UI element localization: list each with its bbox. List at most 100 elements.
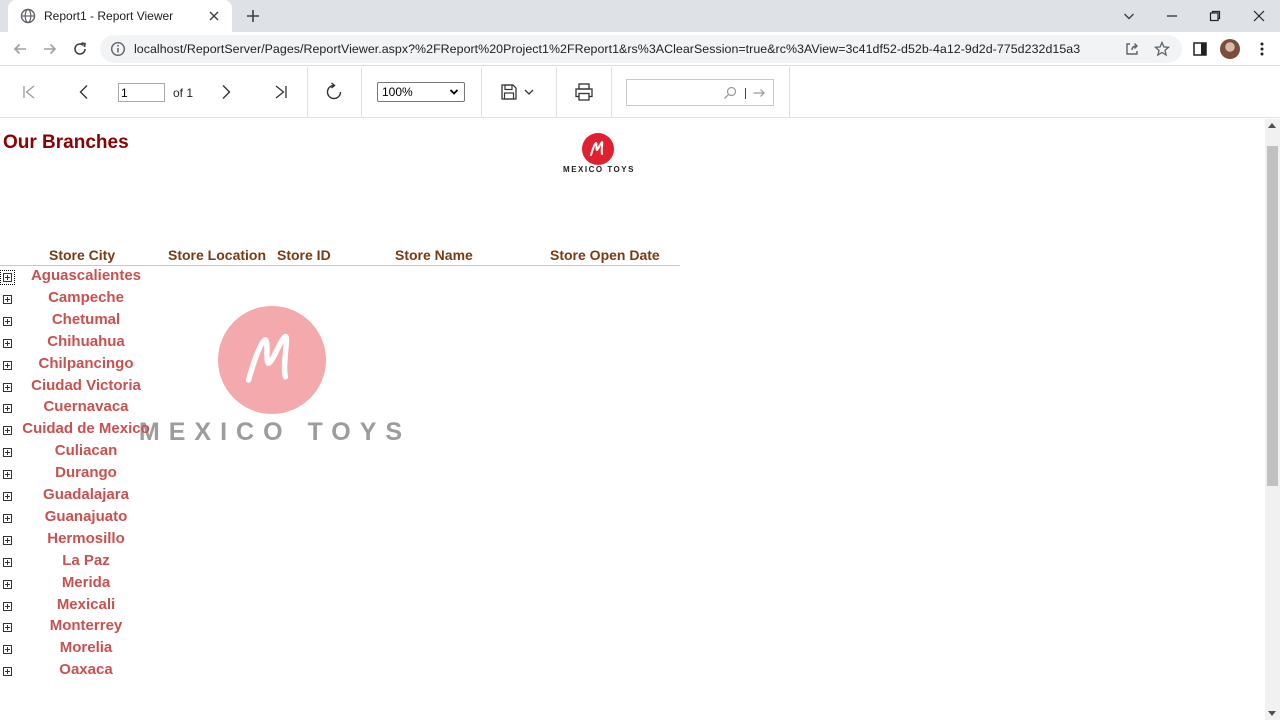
vertical-scrollbar[interactable] [1265,119,1280,720]
close-icon[interactable] [206,8,222,24]
store-city: Cuidad de Mexico [22,420,150,438]
city-row: Monterrey [0,617,180,639]
store-city: Aguascalientes [30,267,142,284]
store-city: Merida [61,573,111,591]
reload-icon[interactable] [70,39,90,59]
toolbar-divider [361,67,362,117]
report-canvas: Our Branches MEXICO TOYS Store City Stor… [0,119,1265,720]
column-header-store-location[interactable]: Store Location [168,247,266,263]
city-row: La Paz [0,552,180,574]
zoom-value: 100% [382,85,413,99]
city-row: Chihuahua [0,333,180,355]
chevron-down-icon[interactable] [1117,4,1141,28]
store-city: Chihuahua [47,332,125,350]
column-header-store-name[interactable]: Store Name [395,247,473,263]
logo-mark [582,133,614,165]
last-page-icon[interactable] [270,81,292,103]
store-city: Durango [55,464,117,482]
company-logo: MEXICO TOYS [555,133,643,177]
find-divider [745,88,746,99]
next-page-icon[interactable] [215,81,237,103]
close-window-icon[interactable] [1247,4,1271,28]
plus-icon[interactable] [244,7,262,25]
store-city: La Paz [62,551,110,569]
save-icon[interactable] [498,81,520,103]
chevron-down-icon[interactable] [522,81,536,103]
city-row: Merida [0,574,180,596]
share-icon[interactable] [1124,41,1140,57]
find-next-icon[interactable] [752,86,766,100]
report-title: Our Branches [3,132,129,153]
store-city: Hermosillo [47,529,125,547]
scrollbar-thumb[interactable] [1267,146,1278,486]
toolbar-divider [481,67,482,117]
store-city: Chilpancingo [38,354,134,372]
store-city: Guadalajara [43,486,129,503]
refresh-icon[interactable] [323,81,345,103]
address-bar[interactable]: localhost/ReportServer/Pages/ReportViewe… [100,35,1182,63]
city-row: Chetumal [0,311,180,333]
globe-icon [20,8,36,24]
scroll-down-icon[interactable] [1268,711,1276,716]
store-city: Mexicali [56,595,116,613]
sidebar-icon[interactable] [1190,39,1210,59]
toolbar-divider [307,67,308,117]
store-city: Campeche [48,288,124,306]
toolbar-divider [611,67,612,117]
toolbar-divider [789,67,790,117]
watermark-logo-mark [218,306,326,414]
logo-text: MEXICO TOYS [563,165,635,174]
tab-title: Report1 - Report Viewer [44,9,174,23]
store-city: Monterrey [49,617,123,635]
city-row: Oaxaca [0,661,180,683]
store-city: Cuernavaca [43,398,129,416]
avatar[interactable] [1220,39,1240,59]
column-header-store-open-date[interactable]: Store Open Date [550,247,660,263]
first-page-icon[interactable] [18,81,40,103]
minimize-icon[interactable] [1160,4,1184,28]
browser-tabstrip: Report1 - Report Viewer [0,0,1280,32]
city-row: Culiacan [0,442,180,464]
city-row: Cuidad de Mexico [0,420,180,442]
forward-icon[interactable] [40,39,60,59]
city-row: Morelia [0,639,180,661]
print-icon[interactable] [573,81,595,103]
star-icon[interactable] [1154,41,1170,57]
column-header-store-city[interactable]: Store City [49,247,115,263]
search-icon[interactable] [723,86,737,100]
chevron-down-icon [449,87,459,97]
city-row: Durango [0,464,180,486]
previous-page-icon[interactable] [73,81,95,103]
city-row: Mexicali [0,596,180,618]
find-input[interactable] [626,79,774,106]
scroll-up-icon[interactable] [1268,123,1276,128]
zoom-select[interactable]: 100% [377,82,465,102]
store-city: Morelia [59,639,113,657]
page-number-input[interactable] [118,83,165,102]
info-icon[interactable] [110,41,126,57]
browser-tab[interactable]: Report1 - Report Viewer [8,0,232,32]
menu-icon[interactable] [1252,39,1272,59]
browser-toolbar: localhost/ReportServer/Pages/ReportViewe… [0,32,1280,66]
back-icon[interactable] [10,39,30,59]
city-row: Campeche [0,289,180,311]
city-row: Ciudad Victoria [0,377,180,399]
city-row: Hermosillo [0,530,180,552]
city-row: Guadalajara [0,486,180,508]
toolbar-divider [556,67,557,117]
city-row: Aguascalientes [0,267,180,289]
city-row: Chilpancingo [0,355,180,377]
store-city: Culiacan [54,442,118,460]
city-row: Guanajuato [0,508,180,530]
store-city: Chetumal [51,310,121,328]
report-viewer-toolbar: of 1 100% [0,67,1280,118]
store-city: Guanajuato [44,507,128,525]
url-text[interactable]: localhost/ReportServer/Pages/ReportViewe… [134,42,1124,56]
page-count: of 1 [173,86,194,100]
city-row: Cuernavaca [0,398,180,420]
store-city: Ciudad Victoria [31,376,141,394]
restore-icon[interactable] [1203,4,1227,28]
store-city: Oaxaca [59,661,113,679]
column-header-store-id[interactable]: Store ID [277,247,331,263]
header-divider [0,265,680,266]
